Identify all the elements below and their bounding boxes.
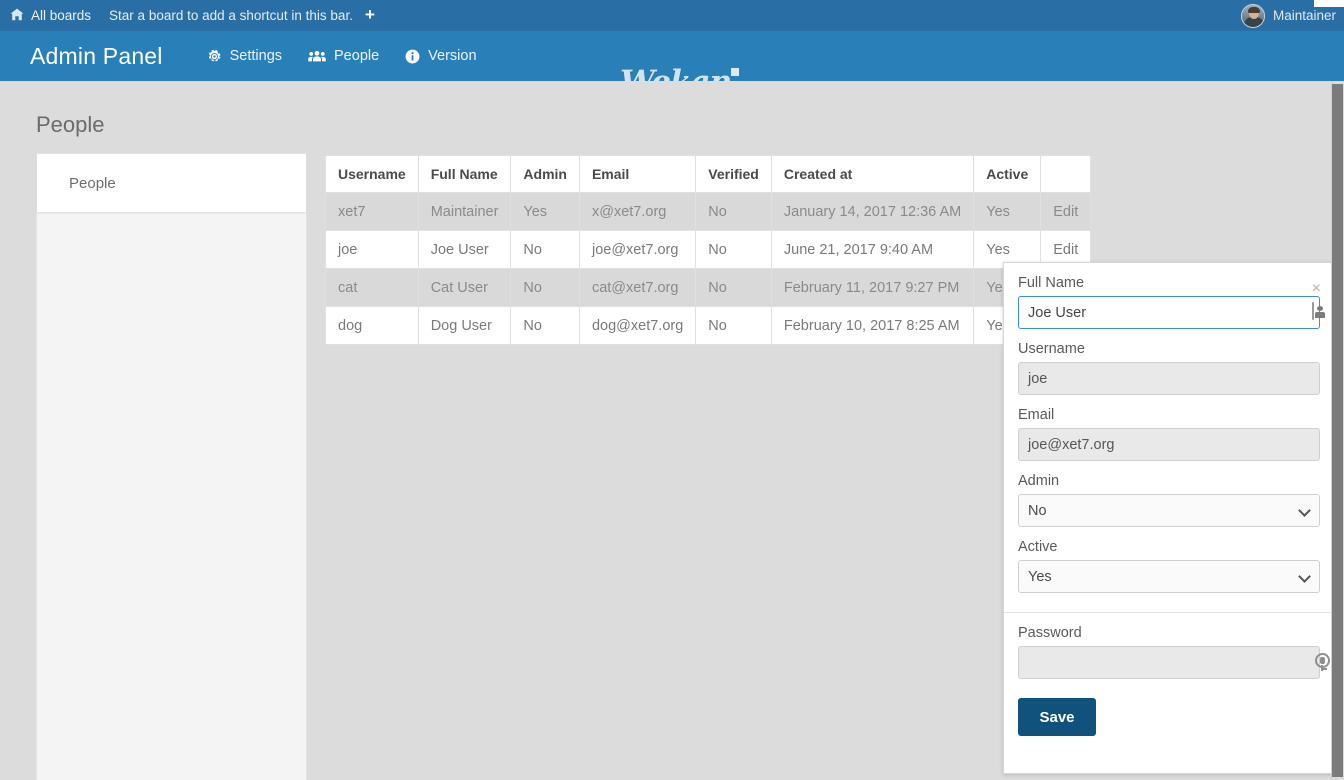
admin-sidebar: People (36, 153, 307, 780)
cell-fullname: Cat User (417, 268, 512, 307)
sidebar-item-label: People (69, 174, 116, 192)
app-root: All boards Star a board to add a shortcu… (0, 0, 1344, 780)
page-title: People (36, 112, 105, 137)
active-label: Active (1018, 539, 1058, 555)
cell-username: dog (325, 306, 419, 345)
col-email[interactable]: Email (578, 155, 697, 193)
star-board-hint: Star a board to add a shortcut in this b… (109, 8, 353, 23)
cell-active: Yes (973, 192, 1042, 231)
tab-people-label: People (334, 48, 380, 64)
cell-email: x@xet7.org (578, 192, 697, 231)
table-row[interactable]: joe Joe User No joe@xet7.org No June 21,… (325, 230, 1092, 269)
password-label: Password (1018, 625, 1082, 641)
fullname-label: Full Name (1018, 275, 1085, 291)
cell-email: joe@xet7.org (578, 230, 697, 269)
cell-admin: No (510, 230, 580, 269)
active-select[interactable]: Yes (1018, 560, 1320, 593)
cell-email: dog@xet7.org (578, 306, 697, 345)
edit-button[interactable]: Edit (1040, 192, 1092, 231)
home-icon[interactable] (10, 8, 24, 23)
fullname-value: Joe User (1028, 304, 1087, 321)
email-field[interactable]: joe@xet7.org (1018, 428, 1320, 461)
add-board-icon[interactable]: + (365, 6, 375, 23)
cell-username: joe (325, 230, 419, 269)
cell-created-at: February 11, 2017 9:27 PM (770, 268, 975, 307)
password-field[interactable] (1018, 646, 1330, 679)
col-actions (1040, 155, 1092, 193)
table-header-row: Username Full Name Admin Email Verified … (325, 155, 1092, 193)
admin-label: Admin (1018, 473, 1060, 489)
email-value: joe@xet7.org (1028, 436, 1115, 453)
tab-people[interactable]: People (308, 48, 379, 64)
cell-admin: Yes (510, 192, 580, 231)
cell-username: cat (325, 268, 419, 307)
tab-settings[interactable]: Settings (207, 48, 282, 64)
avatar[interactable] (1240, 3, 1265, 28)
admin-header: Admin Panel Settings People Version (0, 31, 1344, 100)
window-corner-notch (1314, 0, 1344, 7)
username-label: Username (1018, 341, 1085, 357)
people-table-wrapper: Username Full Name Admin Email Verified … (325, 155, 1092, 345)
cell-admin: No (510, 268, 580, 307)
edit-user-popup: × Full Name Joe User Username joe Email … (1003, 262, 1333, 774)
cell-fullname: Maintainer (417, 192, 512, 231)
all-boards-link[interactable]: All boards (31, 8, 91, 23)
info-icon (405, 49, 420, 64)
cell-created-at: February 10, 2017 8:25 AM (770, 306, 975, 345)
page-header-title: Admin Panel (30, 42, 163, 69)
email-label: Email (1018, 407, 1055, 423)
close-icon[interactable]: × (1312, 281, 1321, 297)
cell-email: cat@xet7.org (578, 268, 697, 307)
col-admin[interactable]: Admin (510, 155, 580, 193)
tab-version-label: Version (428, 48, 477, 64)
col-username[interactable]: Username (325, 155, 419, 193)
people-table-body: xet7 Maintainer Yes x@xet7.org No Januar… (325, 192, 1092, 345)
active-value: Yes (1028, 568, 1052, 585)
page-scrollbar-thumb[interactable] (1332, 84, 1343, 777)
table-row[interactable]: xet7 Maintainer Yes x@xet7.org No Januar… (325, 192, 1092, 231)
table-row[interactable]: dog Dog User No dog@xet7.org No February… (325, 306, 1092, 345)
edit-user-form: Full Name Joe User Username joe Email jo… (1004, 263, 1332, 736)
cell-fullname: Dog User (417, 306, 512, 345)
col-active[interactable]: Active (973, 155, 1042, 193)
col-fullname[interactable]: Full Name (417, 155, 512, 193)
member-name: Maintainer (1272, 8, 1336, 23)
col-verified[interactable]: Verified (695, 155, 772, 193)
cell-verified: No (695, 268, 772, 307)
cell-verified: No (695, 192, 772, 231)
username-value: joe (1028, 370, 1048, 387)
people-table-head: Username Full Name Admin Email Verified … (325, 155, 1092, 193)
tab-version[interactable]: Version (405, 48, 477, 64)
cell-admin: No (510, 306, 580, 345)
cell-fullname: Joe User (417, 230, 512, 269)
people-table: Username Full Name Admin Email Verified … (325, 155, 1092, 345)
admin-select[interactable]: No (1018, 494, 1320, 527)
chevron-down-icon (1298, 504, 1311, 517)
col-created-at[interactable]: Created at (770, 155, 975, 193)
tab-settings-label: Settings (229, 48, 283, 64)
gear-icon (207, 49, 222, 64)
fullname-field[interactable]: Joe User (1018, 296, 1320, 329)
sidebar-item-people[interactable]: People (37, 154, 306, 212)
save-button[interactable]: Save (1018, 698, 1096, 736)
cell-username: xet7 (325, 192, 419, 231)
chevron-down-icon (1298, 570, 1311, 583)
wekan-logo-square (731, 68, 740, 76)
people-icon (308, 49, 326, 63)
table-row[interactable]: cat Cat User No cat@xet7.org No February… (325, 268, 1092, 307)
admin-value: No (1028, 502, 1047, 519)
username-field[interactable]: joe (1018, 362, 1320, 395)
top-bar: All boards Star a board to add a shortcu… (0, 0, 1344, 31)
cell-verified: No (695, 230, 772, 269)
identity-card-icon[interactable] (1312, 302, 1314, 320)
cell-created-at: January 14, 2017 12:36 AM (770, 192, 975, 231)
cell-verified: No (695, 306, 772, 345)
form-divider (1004, 612, 1332, 613)
cell-created-at: June 21, 2017 9:40 AM (770, 230, 975, 269)
